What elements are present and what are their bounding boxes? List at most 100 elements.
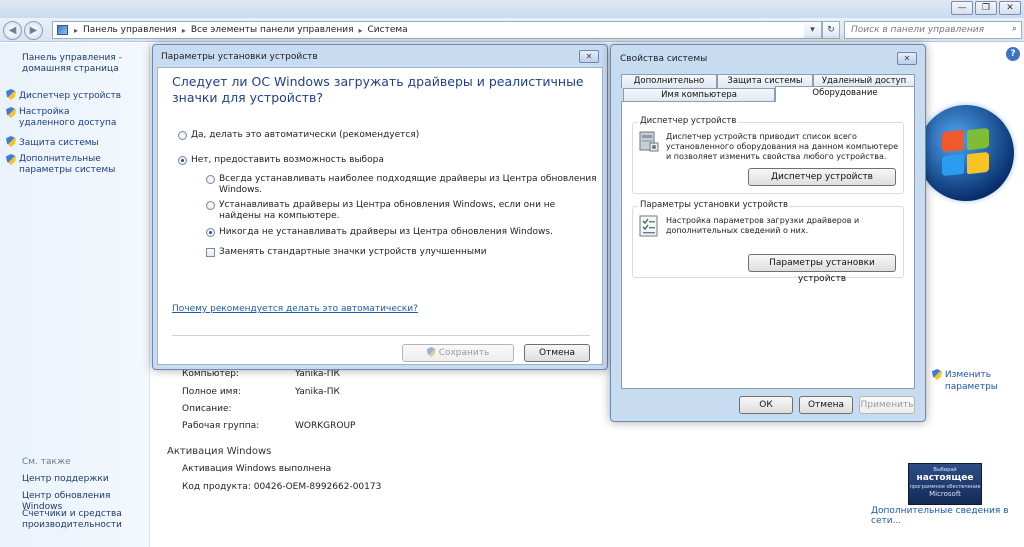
dialog-title: Свойства системы	[620, 54, 708, 64]
cancel-button[interactable]: Отмена	[799, 396, 853, 414]
activation-heading: Активация Windows	[167, 446, 272, 457]
sidebar-item-label: Защита системы	[19, 138, 99, 148]
refresh-button[interactable]: ↻	[822, 21, 840, 39]
workgroup-value: WORKGROUP	[295, 421, 356, 431]
shield-icon	[6, 89, 16, 100]
tab-advanced[interactable]: Дополнительно	[621, 74, 717, 88]
close-window-button[interactable]: ✕	[999, 1, 1021, 15]
back-button[interactable]: ◀	[3, 21, 22, 40]
genuine-line2: настоящее	[916, 473, 974, 483]
dialog-title: Параметры установки устройств	[161, 52, 318, 62]
tab-content-hardware: Диспетчер устройств Диспетчер устройств …	[621, 101, 915, 389]
save-button[interactable]: Сохранить	[402, 344, 514, 362]
breadcrumb-separator: ▸	[181, 25, 186, 35]
dialog-divider	[172, 335, 590, 336]
save-label: Сохранить	[438, 348, 490, 358]
sidebar-item-label: Диспетчер устройств	[19, 91, 122, 101]
minimize-button[interactable]: —	[951, 1, 973, 15]
install-settings-group-label: Параметры установки устройств	[638, 200, 791, 210]
sidebar-item-device-manager[interactable]: Диспетчер устройств	[6, 89, 146, 102]
genuine-line4: Microsoft	[929, 490, 961, 498]
dialog-close-button[interactable]: ✕	[579, 50, 599, 63]
tab-hardware[interactable]: Оборудование	[775, 86, 915, 102]
radio-always-install[interactable]	[206, 175, 215, 184]
help-icon[interactable]: ?	[1006, 47, 1020, 61]
install-settings-description: Настройка параметров загрузки драйверов …	[666, 216, 860, 235]
breadcrumb-all-items[interactable]: Все элементы панели управления	[191, 25, 354, 35]
flag-red	[942, 129, 964, 153]
address-dropdown-button[interactable]: ▾	[804, 21, 822, 39]
maximize-button[interactable]: ❐	[975, 1, 997, 15]
breadcrumb-system[interactable]: Система	[368, 25, 408, 35]
shield-icon	[6, 136, 16, 147]
product-code: Код продукта: 00426-OEM-8992662-00173	[182, 482, 382, 492]
control-panel-home-link[interactable]: Панель управления - домашняя страница	[22, 53, 142, 75]
genuine-microsoft-badge[interactable]: Выбирай настоящее программное обеспечени…	[908, 463, 982, 505]
cancel-button[interactable]: Отмена	[524, 344, 590, 362]
replace-icons-checkbox[interactable]	[206, 248, 215, 257]
search-icon[interactable]: ⌕	[1012, 24, 1017, 34]
change-params-label: Изменить параметры	[944, 370, 998, 392]
flag-blue	[942, 153, 964, 177]
flag-yellow	[967, 151, 989, 175]
dialog-close-button[interactable]: ✕	[897, 52, 917, 65]
option-choose-label[interactable]: Нет, предоставить возможность выбора	[191, 155, 384, 166]
search-placeholder: Поиск в панели управления	[851, 25, 984, 35]
breadcrumb-control-panel[interactable]: Панель управления	[83, 25, 177, 35]
device-manager-description: Диспетчер устройств приводит список всег…	[666, 132, 898, 161]
activation-status: Активация Windows выполнена	[182, 464, 332, 474]
navigation-bar: ◀ ▶ ▸ Панель управления ▸ Все элементы п…	[0, 18, 1024, 42]
left-task-panel: Панель управления - домашняя страница Ди…	[0, 43, 150, 547]
description-label: Описание:	[182, 404, 232, 414]
sidebar-item-label: Дополнительные параметры системы	[19, 154, 116, 175]
tab-computer-name[interactable]: Имя компьютера	[623, 88, 775, 102]
why-recommended-link[interactable]: Почему рекомендуется делать это автомати…	[172, 304, 418, 314]
sidebar-item-label: Настройка удаленного доступа	[19, 107, 117, 128]
install-settings-icon	[638, 214, 660, 238]
shield-icon	[6, 154, 16, 165]
radio-install-if-not-found[interactable]	[206, 201, 215, 210]
fullname-label: Полное имя:	[182, 387, 241, 397]
fullname-value: Yanika-ПК	[295, 387, 340, 397]
windows-logo	[918, 105, 1014, 201]
device-install-settings-button[interactable]: Параметры установки устройств	[748, 254, 896, 284]
see-also-action-center[interactable]: Центр поддержки	[22, 474, 109, 485]
breadcrumb-separator: ▸	[74, 25, 79, 35]
device-manager-group-label: Диспетчер устройств	[638, 116, 739, 126]
ok-button[interactable]: ОК	[739, 396, 793, 414]
dialog-body: Следует ли ОС Windows загружать драйверы…	[157, 67, 603, 365]
computer-value: Yanika-ПК	[295, 369, 340, 379]
change-params-link[interactable]: Изменить параметры	[932, 369, 1009, 393]
device-manager-icon	[638, 130, 660, 154]
device-manager-button[interactable]: Диспетчер устройств	[748, 168, 896, 186]
workgroup-label: Рабочая группа:	[182, 421, 260, 431]
radio-choose[interactable]	[178, 156, 187, 165]
address-bar[interactable]: ▸ Панель управления ▸ Все элементы панел…	[52, 21, 820, 39]
flag-green	[967, 127, 989, 151]
system-properties-dialog: Свойства системы ✕ Дополнительно Защита …	[610, 44, 926, 422]
see-also-heading: См. также	[22, 457, 71, 467]
radio-auto[interactable]	[178, 131, 187, 140]
dialog-question: Следует ли ОС Windows загружать драйверы…	[172, 74, 584, 105]
sub-option-always-label[interactable]: Всегда устанавливать наиболее подходящие…	[219, 174, 599, 196]
option-auto-label[interactable]: Да, делать это автоматически (рекомендуе…	[191, 130, 419, 141]
window-titlebar: — ❐ ✕	[0, 0, 1024, 18]
more-info-online-link[interactable]: Дополнительные сведения в сети...	[871, 506, 1024, 526]
sidebar-item-system-protection[interactable]: Защита системы	[6, 136, 146, 149]
sub-option-if-not-found-label[interactable]: Устанавливать драйверы из Центра обновле…	[219, 200, 559, 222]
see-also-performance[interactable]: Счетчики и средства производительности	[22, 509, 132, 531]
shield-icon	[6, 107, 16, 118]
shield-icon	[932, 369, 942, 380]
radio-never-install[interactable]	[206, 228, 215, 237]
shield-icon	[426, 347, 436, 357]
forward-button[interactable]: ▶	[24, 21, 43, 40]
breadcrumb-separator: ▸	[358, 25, 363, 35]
computer-label: Компьютер:	[182, 369, 239, 379]
apply-button[interactable]: Применить	[859, 396, 915, 414]
search-input[interactable]: Поиск в панели управления ⌕	[844, 21, 1022, 39]
replace-icons-label[interactable]: Заменять стандартные значки устройств ул…	[219, 247, 487, 258]
sidebar-item-remote-access[interactable]: Настройка удаленного доступа	[6, 107, 146, 129]
sub-option-never-label[interactable]: Никогда не устанавливать драйверы из Цен…	[219, 227, 553, 238]
device-install-settings-dialog: Параметры установки устройств ✕ Следует …	[152, 44, 608, 370]
sidebar-item-advanced-settings[interactable]: Дополнительные параметры системы	[6, 154, 150, 176]
